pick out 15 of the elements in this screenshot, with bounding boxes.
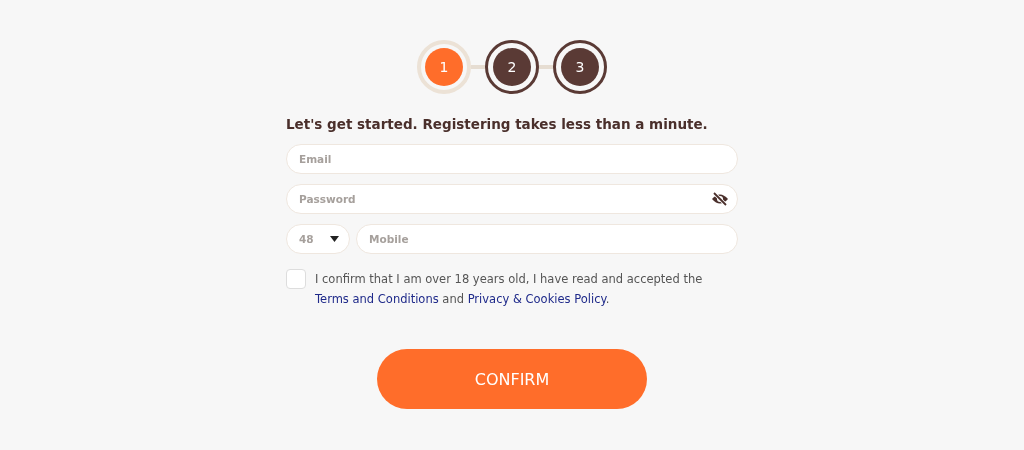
password-field[interactable]: Password (286, 184, 738, 214)
form-heading: Let's get started. Registering takes less than a minute. (286, 116, 709, 132)
policy-link[interactable]: Terms and Conditions (315, 292, 439, 306)
step-connector (539, 65, 553, 69)
step-indicator: 3 (553, 40, 607, 94)
dropdown-caret-icon (330, 236, 339, 242)
consent-checkbox[interactable] (286, 269, 306, 289)
step-indicator: 1 (417, 40, 471, 94)
step-connector (471, 65, 485, 69)
step-indicator: 2 (485, 40, 539, 94)
email-field[interactable]: Email (286, 144, 738, 174)
hide-password-icon[interactable] (711, 192, 729, 206)
consent-text: I confirm that I am over 18 years old, I have read and accepted the Terms and Conditions and Privacy & Cookies Policy. (315, 271, 704, 308)
policy-link[interactable]: Privacy & Cookies Policy (467, 292, 606, 306)
mobile-field[interactable]: Mobile (356, 224, 738, 254)
